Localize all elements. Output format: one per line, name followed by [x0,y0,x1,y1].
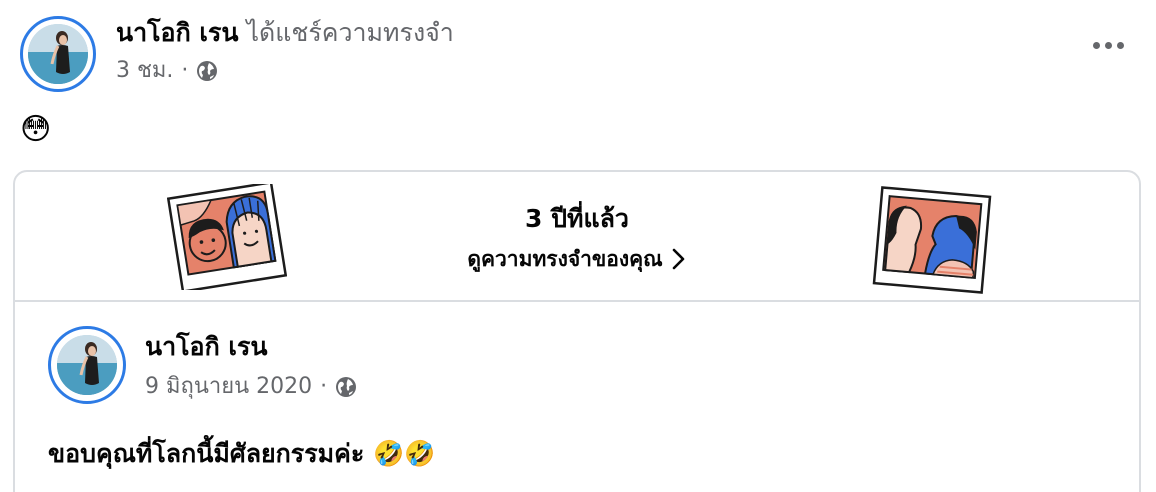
original-author-avatar[interactable] [48,326,126,404]
dot-icon [1092,41,1100,49]
original-post-text: ขอบคุณที่โลกนี้มีศัลยกรรมค่ะ 🤣🤣 [48,439,436,468]
globe-icon[interactable] [335,376,357,398]
original-author-name[interactable]: นาโอกิ เรน [145,330,267,364]
original-post: นาโอกิ เรน 9 มิถุนายน 2020 · ขอบคุณที่โล… [15,304,1139,492]
meta-separator: · [181,58,189,83]
post-action-text: ได้แชร์ความทรงจำ [246,18,454,47]
post-meta: 3 ชม. · [116,56,218,86]
more-options-button[interactable] [1086,30,1130,60]
see-memories-link[interactable]: ดูความทรงจำของคุณ [467,242,686,276]
author-avatar[interactable] [20,16,96,92]
globe-icon[interactable] [196,60,218,82]
couple-photo-illustration [872,186,992,294]
dot-icon [1116,41,1124,49]
original-post-date[interactable]: 9 มิถุนายน 2020 [145,372,312,402]
original-post-meta: 9 มิถุนายน 2020 · [145,372,357,402]
avatar-photo [28,24,88,84]
avatar-photo [57,335,117,395]
post-author-line: นาโอกิ เรน ได้แชร์ความทรงจำ [116,16,454,50]
dot-icon [1104,41,1112,49]
post-text: 😳 [20,112,52,147]
memory-card: 3 ปีที่แล้ว ดูความทรงจำของคุณ นาโอกิ เรน… [13,170,1141,492]
author-name[interactable]: นาโอกิ เรน [116,18,238,47]
post-header: นาโอกิ เรน ได้แชร์ความทรงจำ 3 ชม. · [18,14,1138,94]
chevron-right-icon [672,248,684,270]
meta-separator: · [320,374,328,399]
post-time[interactable]: 3 ชม. [116,56,173,86]
see-memories-label: ดูความทรงจำของคุณ [467,247,663,271]
memory-banner[interactable]: 3 ปีที่แล้ว ดูความทรงจำของคุณ [15,172,1139,302]
